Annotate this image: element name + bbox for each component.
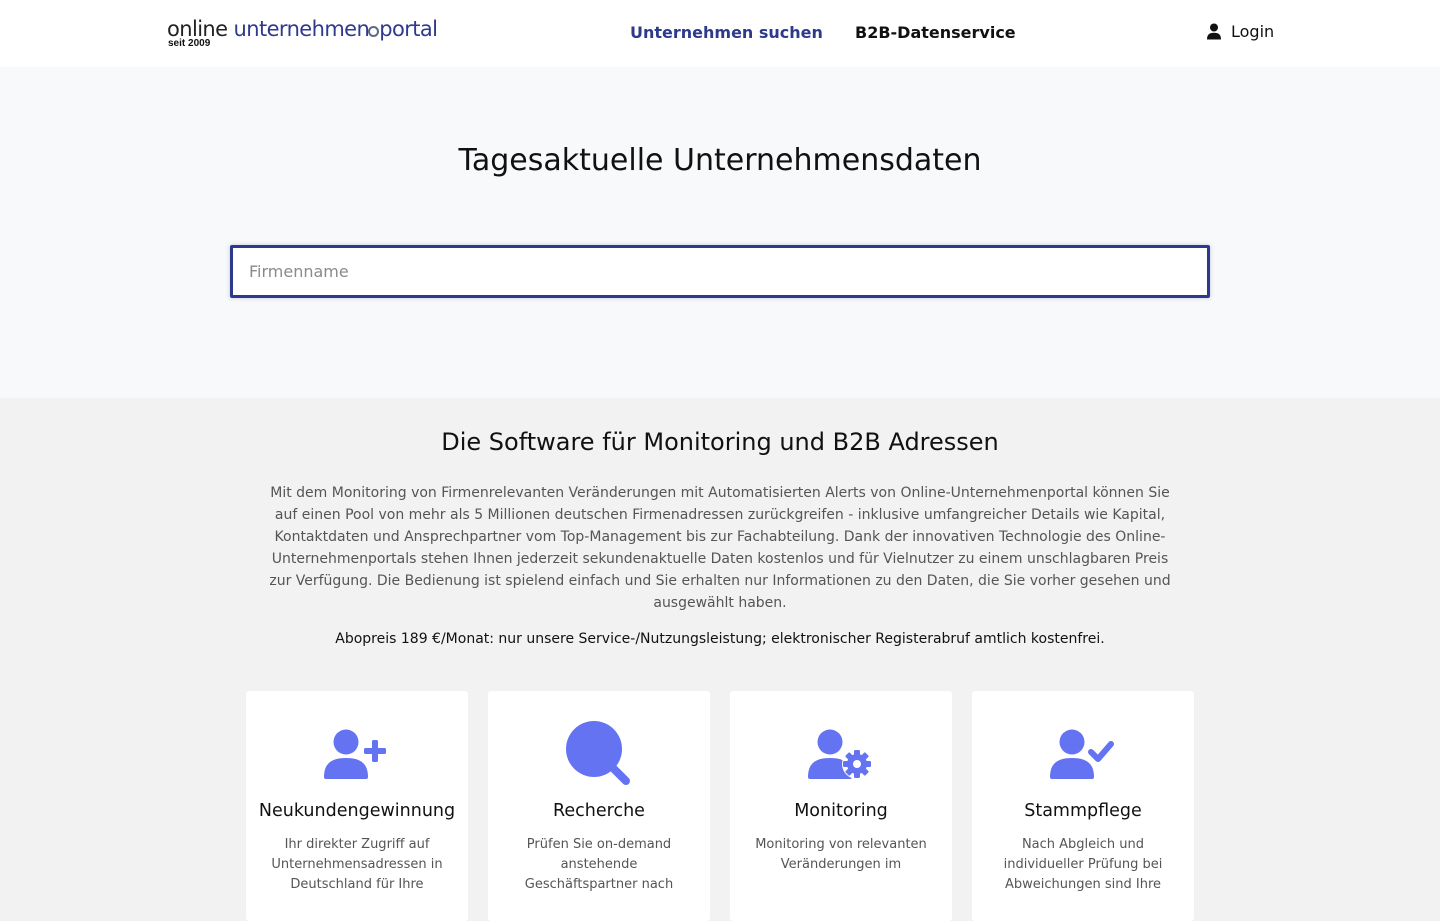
hero-title: Tagesaktuelle Unternehmensdaten: [458, 143, 982, 178]
card-title: Recherche: [553, 801, 645, 821]
search-icon: [488, 719, 710, 785]
card-title: Stammpflege: [1024, 801, 1142, 821]
nav-link-unternehmen-suchen[interactable]: Unternehmen suchen: [630, 23, 823, 42]
logo-swirl-icon: [368, 26, 380, 37]
logo-text-portal: portal: [379, 17, 438, 41]
card-title: Neukundengewinnung: [258, 801, 456, 821]
card-text: Monitoring von relevanten Veränderungen …: [755, 837, 927, 872]
feature-card-neukundengewinnung[interactable]: Neukundengewinnung Ihr direkter Zugriff …: [246, 691, 468, 921]
feature-card-monitoring[interactable]: Monitoring Monitoring von relevanten Ver…: [730, 691, 952, 921]
user-icon: [1206, 23, 1222, 40]
card-text: Prüfen Sie on-demand anstehende Geschäft…: [524, 837, 674, 892]
card-title: Monitoring: [794, 801, 888, 821]
section-title: Die Software für Monitoring und B2B Adre…: [441, 428, 999, 456]
login-button[interactable]: Login: [1206, 22, 1274, 41]
user-check-icon: [972, 719, 1194, 785]
feature-card-recherche[interactable]: Recherche Prüfen Sie on-demand anstehend…: [488, 691, 710, 921]
feature-card-stammpflege[interactable]: Stammpflege Nach Abgleich und individuel…: [972, 691, 1194, 921]
user-gear-icon: [730, 719, 952, 785]
section-description: Mit dem Monitoring von Firmenrelevanten …: [269, 485, 1171, 611]
hero-section: Tagesaktuelle Unternehmensdaten: [0, 67, 1440, 398]
nav-link-b2b-datenservice[interactable]: B2B-Datenservice: [855, 23, 1016, 42]
user-plus-icon: [246, 719, 468, 785]
logo-text-unternehmen: unternehmen: [233, 17, 370, 41]
logo-since-text: seit 2009: [168, 38, 211, 49]
card-text: Nach Abgleich und individueller Prüfung …: [1003, 837, 1163, 892]
price-note: Abopreis 189 €/Monat: nur unsere Service…: [335, 631, 1105, 647]
site-header: online unternehmen portal seit 2009 Unter…: [0, 0, 1440, 67]
site-logo[interactable]: online unternehmen portal seit 2009: [167, 17, 447, 51]
login-label: Login: [1231, 22, 1275, 41]
company-search-input[interactable]: [230, 245, 1210, 298]
card-text: Ihr direkter Zugriff auf Unternehmensadr…: [271, 837, 443, 892]
